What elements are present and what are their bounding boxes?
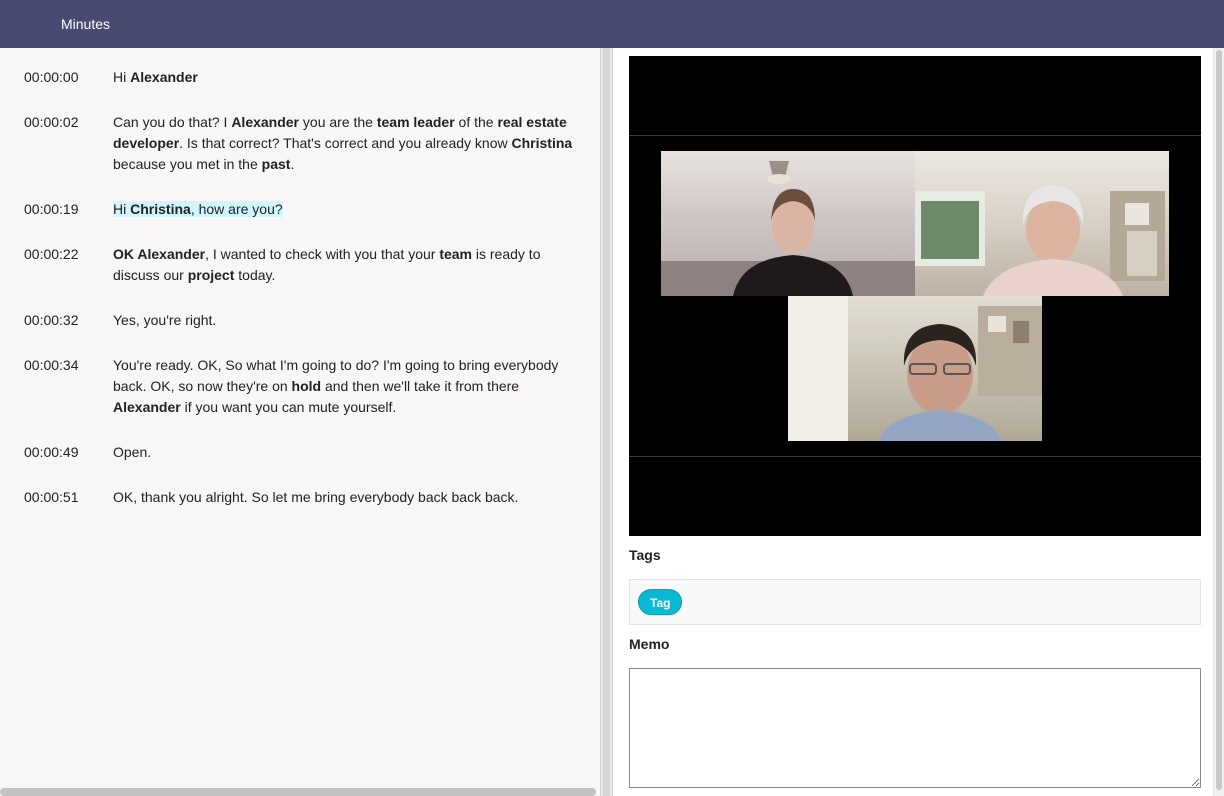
page-scrollbar[interactable]	[1213, 48, 1224, 796]
transcript-text: Open.	[113, 442, 583, 463]
timestamp[interactable]: 00:00:51	[24, 487, 104, 508]
text-segment: OK, thank you alright. So let me bring e…	[113, 489, 519, 505]
video-divider	[629, 135, 1201, 136]
tags-label: Tags	[629, 547, 661, 563]
participant-video-3	[788, 296, 1042, 441]
timestamp[interactable]: 00:00:49	[24, 442, 104, 463]
text-segment: you are the	[299, 114, 377, 130]
text-segment: Hi	[113, 69, 131, 85]
panel-scrollbar[interactable]	[600, 48, 613, 796]
memo-label: Memo	[629, 636, 670, 652]
text-segment: Hi	[113, 201, 131, 217]
participant-video-1	[661, 151, 915, 296]
timestamp[interactable]: 00:00:19	[24, 199, 104, 220]
panel-scrollbar-thumb[interactable]	[603, 48, 610, 796]
text-segment-group: Hi Alexander	[113, 69, 198, 85]
keyword: Christina	[130, 201, 191, 217]
keyword: team leader	[376, 114, 455, 130]
tag-chip[interactable]: Tag	[638, 589, 683, 615]
video-divider	[629, 456, 1201, 457]
timestamp[interactable]: 00:00:34	[24, 355, 104, 376]
highlighted-segment: Hi Christina, how are you?	[113, 201, 283, 217]
keyword: Christina	[511, 135, 573, 151]
text-segment-group: Yes, you're right.	[113, 312, 216, 328]
text-segment-group: Can you do that? I Alexander you are the…	[113, 114, 572, 172]
participant-video-2	[915, 151, 1169, 296]
text-segment-group: Open.	[113, 444, 151, 460]
text-segment: because you met in the	[113, 156, 262, 172]
text-segment: . Is that correct? That's correct and yo…	[179, 135, 512, 151]
keyword: team	[439, 246, 472, 262]
transcript-text: OK, thank you alright. So let me bring e…	[113, 487, 583, 508]
transcript-text: You're ready. OK, So what I'm going to d…	[113, 355, 583, 418]
timestamp[interactable]: 00:00:00	[24, 67, 104, 88]
text-segment: .	[290, 156, 295, 172]
keyword: project	[187, 267, 235, 283]
transcript-panel[interactable]: 00:00:00 Hi Alexander 00:00:02 Can you do t…	[0, 48, 600, 796]
transcript-text: Yes, you're right.	[113, 310, 583, 331]
keyword: OK Alexander	[113, 246, 206, 262]
keyword: Alexander	[130, 69, 198, 85]
detail-panel: Tags Tag Memo	[613, 48, 1211, 796]
memo-textarea[interactable]	[629, 668, 1201, 788]
keyword: hold	[291, 378, 322, 394]
horizontal-scrollbar[interactable]	[0, 788, 596, 796]
tags-container[interactable]: Tag	[629, 579, 1201, 625]
transcript-text: OK Alexander, I wanted to check with you…	[113, 244, 583, 286]
top-bar: Minutes	[0, 0, 1224, 48]
text-segment-group: You're ready. OK, So what I'm going to d…	[113, 357, 558, 415]
keyword: past	[261, 156, 291, 172]
text-segment-group: OK, thank you alright. So let me bring e…	[113, 489, 518, 505]
text-segment: Can you do that? I	[113, 114, 232, 130]
text-segment: and then we'll take it from there	[321, 378, 520, 394]
video-player[interactable]	[629, 56, 1201, 536]
timestamp[interactable]: 00:00:02	[24, 112, 104, 133]
app-title[interactable]: Minutes	[61, 15, 110, 33]
text-segment: today.	[234, 267, 276, 283]
transcript-text: Can you do that? I Alexander you are the…	[113, 112, 583, 175]
keyword: Alexander	[113, 399, 181, 415]
timestamp[interactable]: 00:00:32	[24, 310, 104, 331]
text-segment-group: OK Alexander, I wanted to check with you…	[113, 246, 540, 283]
transcript-text: Hi Christina, how are you?	[113, 199, 583, 220]
text-segment: Yes, you're right.	[113, 312, 217, 328]
text-segment: , how are you?	[190, 201, 283, 217]
page-scrollbar-thumb[interactable]	[1216, 50, 1222, 790]
keyword: Alexander	[231, 114, 300, 130]
text-segment: , I wanted to check with you that your	[205, 246, 440, 262]
text-segment: Open.	[113, 444, 152, 460]
text-segment: of the	[454, 114, 498, 130]
transcript-text: Hi Alexander	[113, 67, 583, 88]
text-segment: if you want you can mute yourself.	[180, 399, 397, 415]
timestamp[interactable]: 00:00:22	[24, 244, 104, 265]
